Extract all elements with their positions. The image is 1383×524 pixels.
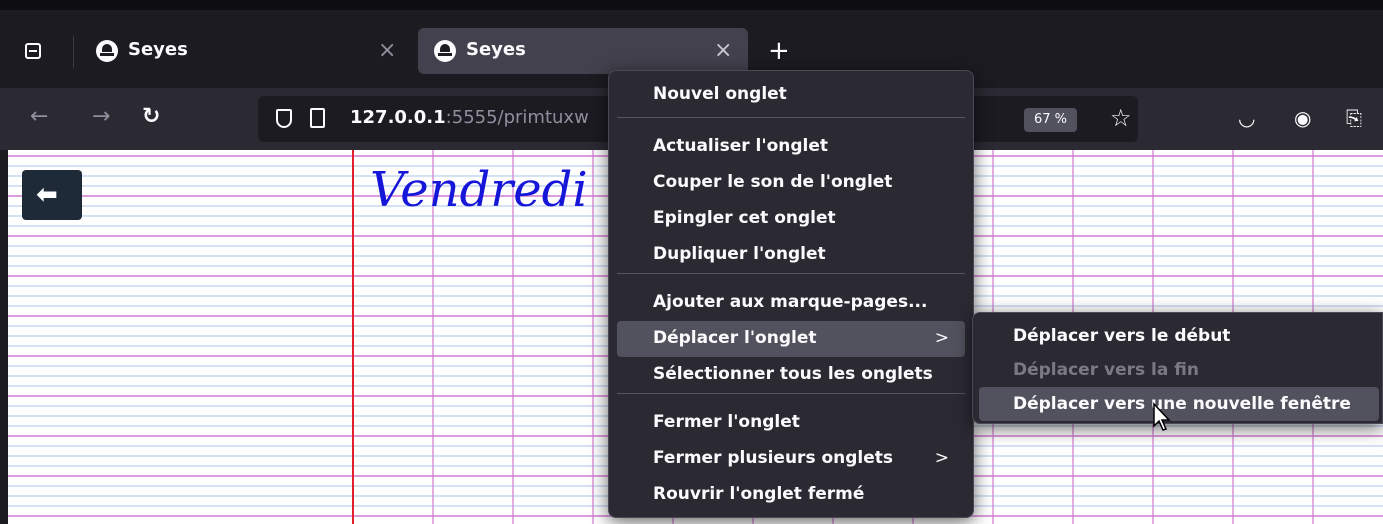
- tracking-protection-shield-icon[interactable]: [276, 109, 292, 128]
- menu-item-label: Couper le son de l'onglet: [653, 172, 893, 192]
- tab-list-button[interactable]: [22, 40, 44, 62]
- day-title: Vendredi: [370, 162, 588, 218]
- menu-item-label: Fermer plusieurs onglets: [653, 448, 894, 468]
- menu-item-label: Actualiser l'onglet: [653, 136, 829, 156]
- tab-context-menu: Nouvel onglet Actualiser l'onglet Couper l…: [608, 70, 974, 518]
- tab-title: Seyes: [128, 39, 188, 60]
- url-path: :5555/primtuxw: [445, 107, 589, 128]
- context-menu-item[interactable]: Fermer plusieurs onglets >: [617, 441, 965, 477]
- submenu-arrow-icon: >: [934, 328, 949, 348]
- context-menu-item[interactable]: Epingler cet onglet: [617, 201, 965, 237]
- menu-item-label: Sélectionner tous les onglets: [653, 364, 933, 384]
- site-favicon-icon: [96, 40, 118, 62]
- menu-item-label: Epingler cet onglet: [653, 208, 836, 228]
- url-text[interactable]: 127.0.0.1:5555/primtuxw: [350, 107, 589, 128]
- close-tab-icon[interactable]: ×: [714, 38, 732, 63]
- context-menu-item[interactable]: Rouvrir l'onglet fermé: [617, 477, 965, 513]
- submenu-item[interactable]: Déplacer vers le début: [979, 319, 1379, 353]
- bookmark-star-icon[interactable]: ☆: [1110, 104, 1132, 132]
- context-menu-item[interactable]: Déplacer l'onglet >: [617, 321, 965, 357]
- site-favicon-icon: [434, 40, 456, 62]
- context-menu-item[interactable]: Sélectionner tous les onglets: [617, 357, 965, 393]
- forward-arrow-icon[interactable]: →: [92, 104, 110, 129]
- submenu-item-label: Déplacer vers la fin: [1013, 360, 1199, 380]
- zoom-level-badge[interactable]: 67 %: [1024, 108, 1078, 132]
- context-menu-item[interactable]: Ajouter aux marque-pages...: [617, 285, 965, 321]
- page-info-icon[interactable]: [310, 108, 325, 128]
- menu-item-label: Rouvrir l'onglet fermé: [653, 484, 865, 504]
- tab-seyes-2[interactable]: Seyes ×: [418, 28, 748, 74]
- back-arrow-icon[interactable]: ←: [30, 104, 48, 129]
- submenu-arrow-icon: >: [934, 448, 949, 468]
- url-host: 127.0.0.1: [350, 107, 446, 128]
- submenu-item: Déplacer vers la fin: [979, 353, 1379, 387]
- account-icon[interactable]: ◉: [1294, 106, 1311, 130]
- tab-title: Seyes: [466, 39, 526, 60]
- menu-item-label: Nouvel onglet: [653, 84, 787, 104]
- new-tab-plus-icon[interactable]: +: [768, 38, 790, 64]
- menu-item-label: Dupliquer l'onglet: [653, 244, 826, 264]
- context-menu-item[interactable]: Nouvel onglet: [617, 77, 965, 113]
- menu-item-label: Ajouter aux marque-pages...: [653, 292, 928, 312]
- context-menu-item[interactable]: Actualiser l'onglet: [617, 129, 965, 165]
- menu-item-label: Déplacer l'onglet: [653, 328, 817, 348]
- pocket-icon[interactable]: ◡: [1238, 106, 1255, 130]
- submenu-item-label: Déplacer vers le début: [1013, 326, 1231, 346]
- submenu-item[interactable]: Déplacer vers une nouvelle fenêtre: [979, 387, 1379, 421]
- browser-window: Seyes × Seyes × + ← → ↻ 127.0.0.1:5555/p…: [0, 0, 1383, 524]
- page-back-button[interactable]: ⬅: [22, 170, 82, 220]
- extensions-icon[interactable]: ⎘: [1346, 106, 1362, 130]
- menu-separator: [617, 273, 965, 274]
- close-tab-icon[interactable]: ×: [378, 38, 396, 63]
- context-menu-item[interactable]: Fermer l'onglet: [617, 405, 965, 441]
- window-top-edge: [0, 0, 1383, 10]
- move-tab-submenu: Déplacer vers le début Déplacer vers la f…: [972, 312, 1383, 424]
- tab-seyes-1[interactable]: Seyes ×: [80, 28, 410, 74]
- menu-separator: [617, 117, 965, 118]
- context-menu-item[interactable]: Couper le son de l'onglet: [617, 165, 965, 201]
- menu-item-label: Fermer l'onglet: [653, 412, 800, 432]
- mouse-pointer-icon: [1153, 402, 1171, 431]
- context-menu-item[interactable]: Dupliquer l'onglet: [617, 237, 965, 273]
- tab-separator: [73, 36, 74, 68]
- left-arrow-icon: ⬅: [36, 180, 58, 210]
- menu-separator: [617, 393, 965, 394]
- reload-icon[interactable]: ↻: [142, 104, 160, 129]
- submenu-item-label: Déplacer vers une nouvelle fenêtre: [1013, 394, 1351, 414]
